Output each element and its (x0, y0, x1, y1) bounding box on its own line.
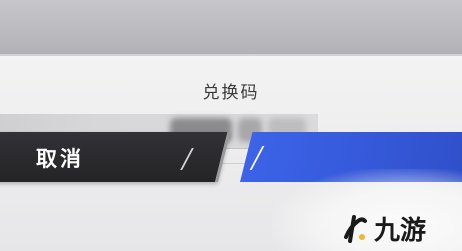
background-top-strip (0, 0, 462, 54)
jiuyou-logo-icon: 九游 (344, 215, 426, 246)
cancel-button-label: 取消 (36, 147, 84, 171)
watermark-text: 九游 (373, 216, 426, 246)
dialog-title: 兑换码 (202, 83, 260, 103)
cancel-button[interactable] (0, 132, 231, 182)
